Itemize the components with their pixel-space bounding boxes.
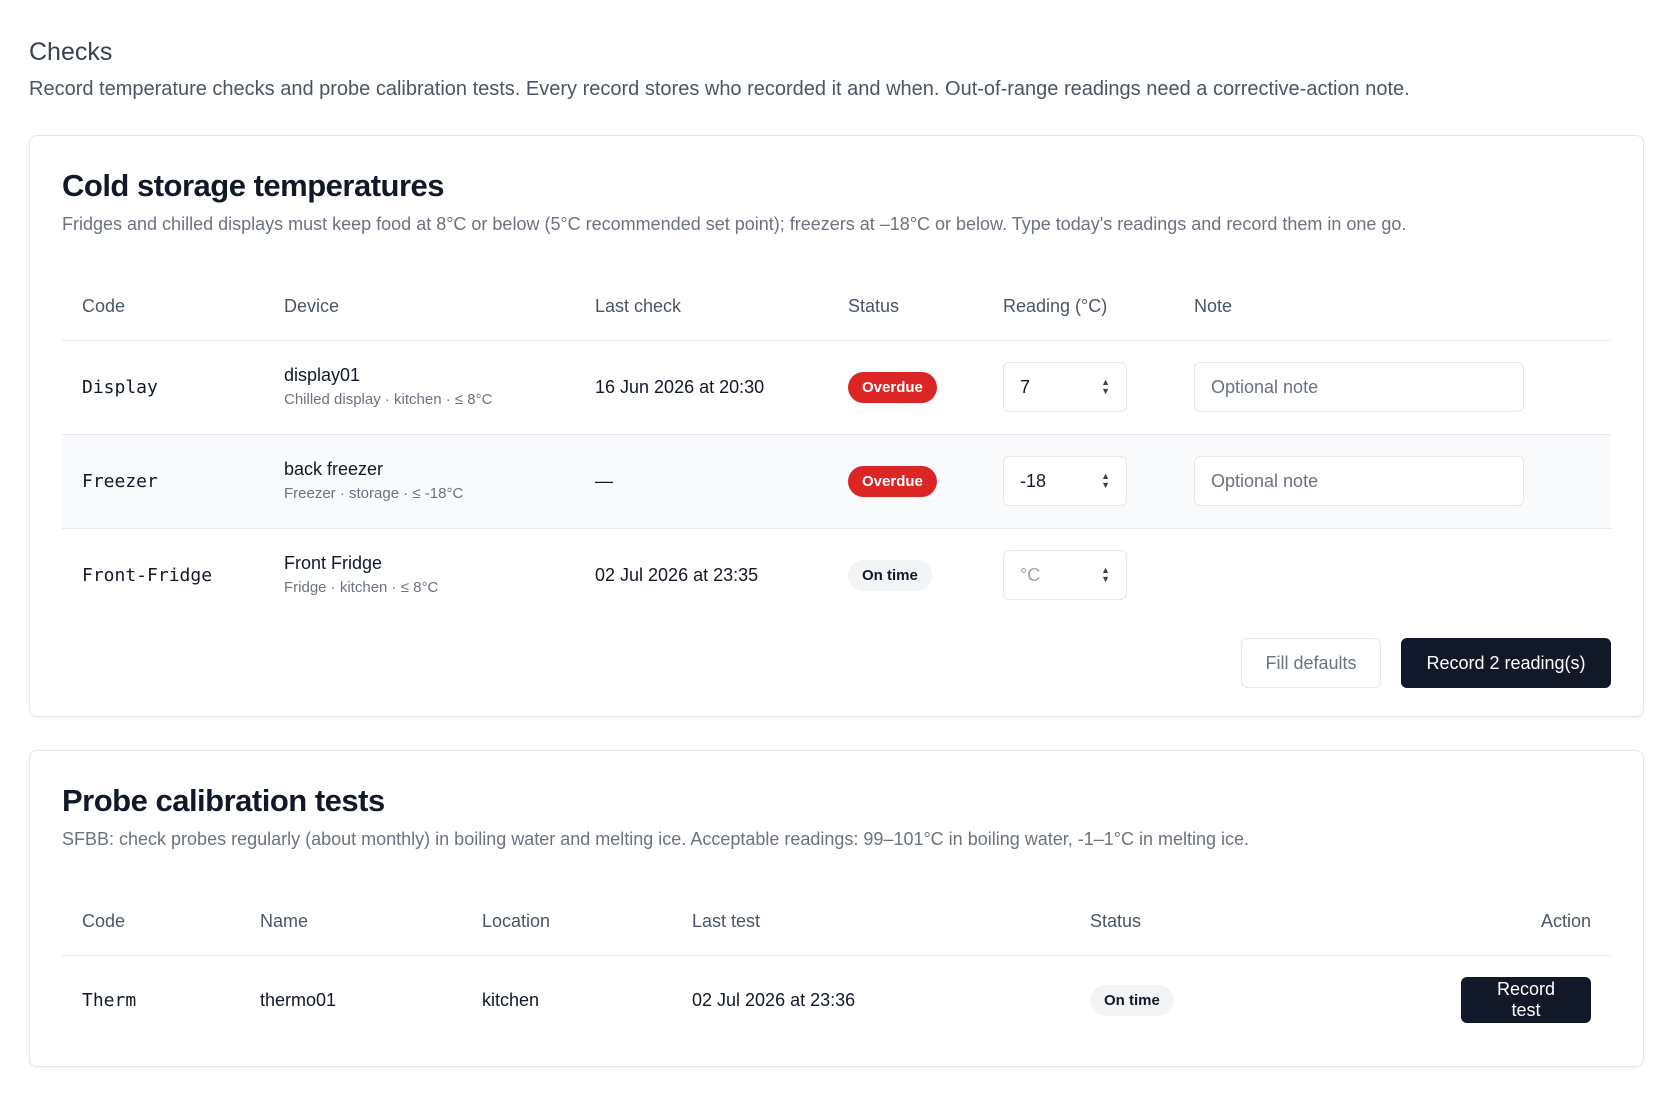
status-badge: Overdue bbox=[848, 371, 937, 403]
reading-input[interactable]: 7 ▲ ▼ bbox=[1003, 362, 1127, 412]
probe-header-row: Code Name Location Last test Status Acti… bbox=[62, 889, 1611, 956]
note-placeholder: Optional note bbox=[1211, 376, 1319, 397]
stepper-icon[interactable]: ▲ ▼ bbox=[1101, 566, 1110, 584]
last-check: 16 Jun 2026 at 20:30 bbox=[575, 340, 828, 435]
checks-page: Checks Record temperature checks and pro… bbox=[0, 0, 1671, 1067]
cold-storage-actions: Fill defaults Record 2 reading(s) bbox=[62, 638, 1611, 688]
cold-storage-header-row: Code Device Last check Status Reading (°… bbox=[62, 274, 1611, 341]
col-note: Note bbox=[1174, 274, 1611, 341]
last-check: — bbox=[575, 434, 828, 529]
reading-input[interactable]: -18 ▲ ▼ bbox=[1003, 456, 1127, 506]
device-details: Chilled display · kitchen · ≤ 8°C bbox=[284, 391, 493, 408]
device-name: Front Fridge bbox=[284, 553, 383, 574]
note-input[interactable]: Optional note bbox=[1194, 456, 1524, 506]
table-row: Therm thermo01 kitchen 02 Jul 2026 at 23… bbox=[62, 955, 1611, 1045]
col-code: Code bbox=[62, 889, 240, 956]
col-last-check: Last check bbox=[575, 274, 828, 341]
page-description: Record temperature checks and probe cali… bbox=[29, 78, 1410, 100]
col-code: Code bbox=[62, 274, 264, 341]
probe-last-test: 02 Jul 2026 at 23:36 bbox=[692, 989, 856, 1010]
col-status: Status bbox=[1070, 889, 1320, 956]
col-last-test: Last test bbox=[672, 889, 1070, 956]
reading-value: 7 bbox=[1020, 376, 1031, 397]
device-details: Fridge · kitchen · ≤ 8°C bbox=[284, 579, 439, 597]
probe-location: kitchen bbox=[482, 989, 540, 1010]
cold-storage-title: Cold storage temperatures bbox=[62, 168, 445, 203]
last-check: 02 Jul 2026 at 23:35 bbox=[595, 564, 759, 585]
probe-table: Code Name Location Last test Status Acti… bbox=[62, 889, 1611, 1045]
reading-value: -18 bbox=[1020, 470, 1047, 491]
cold-storage-description: Fridges and chilled displays must keep f… bbox=[62, 214, 1407, 234]
device-code: Display bbox=[82, 376, 158, 398]
status-badge: On time bbox=[848, 559, 932, 591]
fill-defaults-button[interactable]: Fill defaults bbox=[1241, 638, 1381, 688]
probe-code: Therm bbox=[82, 989, 137, 1011]
probe-name: thermo01 bbox=[260, 989, 337, 1010]
stepper-icon[interactable]: ▲ ▼ bbox=[1101, 472, 1110, 490]
note-placeholder: Optional note bbox=[1211, 470, 1319, 491]
device-name: display01 bbox=[284, 365, 361, 385]
cold-storage-card: Cold storage temperatures Fridges and ch… bbox=[29, 135, 1644, 717]
status-badge: Overdue bbox=[848, 465, 937, 497]
record-readings-button[interactable]: Record 2 reading(s) bbox=[1401, 638, 1611, 688]
reading-placeholder: °C bbox=[1020, 564, 1041, 585]
device-details: Freezer · storage · ≤ -18°C bbox=[284, 485, 464, 502]
probe-description: SFBB: check probes regularly (about mont… bbox=[62, 829, 1250, 849]
device-name: back freezer bbox=[284, 459, 384, 479]
device-code: Front-Fridge bbox=[82, 564, 213, 586]
col-location: Location bbox=[462, 889, 672, 956]
col-name: Name bbox=[240, 889, 462, 956]
table-row: Freezer back freezer Freezer · storage ·… bbox=[62, 434, 1611, 529]
record-test-button[interactable]: Record test bbox=[1461, 977, 1591, 1024]
table-row: Display display01 Chilled display · kitc… bbox=[62, 340, 1611, 435]
probe-calibration-card: Probe calibration tests SFBB: check prob… bbox=[29, 750, 1644, 1067]
probe-title: Probe calibration tests bbox=[62, 783, 385, 818]
device-code: Freezer bbox=[82, 470, 158, 492]
col-action: Action bbox=[1320, 889, 1611, 956]
stepper-icon[interactable]: ▲ ▼ bbox=[1101, 378, 1110, 396]
cold-storage-table: Code Device Last check Status Reading (°… bbox=[62, 274, 1611, 622]
table-row: Front-Fridge Front Fridge Fridge · kitch… bbox=[62, 528, 1611, 622]
note-input[interactable]: Optional note bbox=[1194, 362, 1524, 412]
col-status: Status bbox=[828, 274, 983, 341]
col-reading: Reading (°C) bbox=[983, 274, 1174, 341]
reading-input[interactable]: °C ▲ ▼ bbox=[1003, 550, 1127, 601]
col-device: Device bbox=[264, 274, 575, 341]
page-title: Checks bbox=[29, 38, 113, 66]
status-badge: On time bbox=[1090, 984, 1174, 1016]
